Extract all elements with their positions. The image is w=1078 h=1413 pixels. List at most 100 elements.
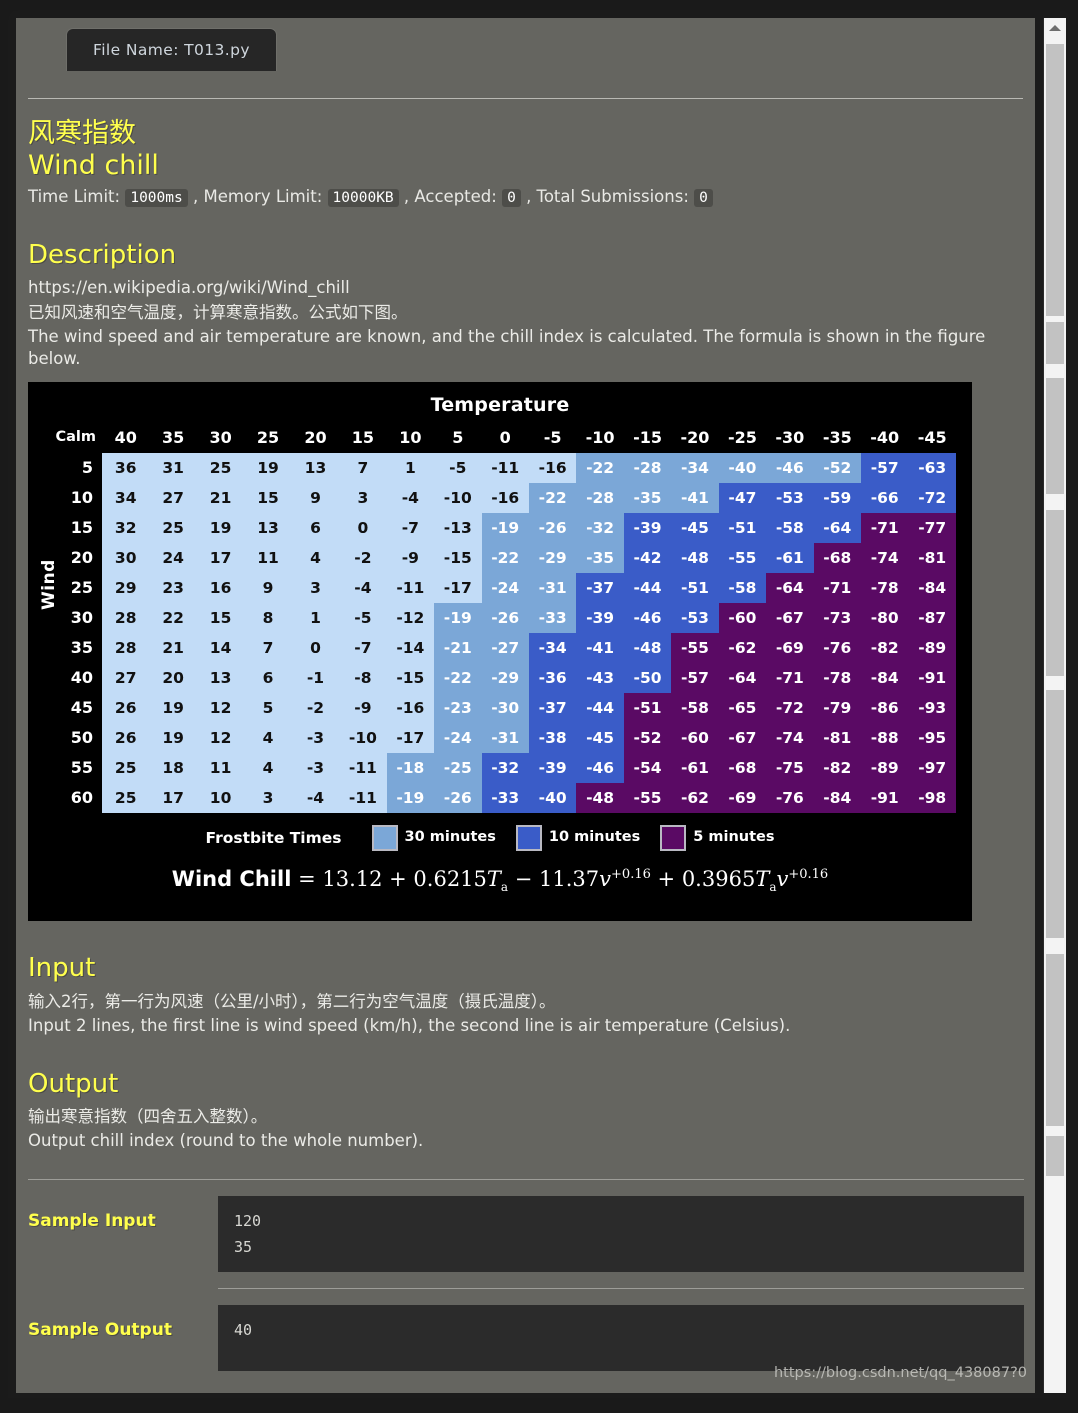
description-heading: Description <box>28 240 177 271</box>
wind-chill-cell: 12 <box>196 723 245 754</box>
wind-chill-cell: -22 <box>434 663 482 694</box>
wind-row-header: 45 <box>44 693 102 724</box>
wind-chill-cell: 23 <box>149 573 197 604</box>
wind-chill-cell: -16 <box>528 453 577 484</box>
wind-chill-cell: -73 <box>813 603 861 634</box>
wind-chill-cell: 0 <box>339 513 387 544</box>
wind-chill-cell: -84 <box>813 783 861 814</box>
wind-chill-cell: -54 <box>623 753 672 784</box>
wind-chill-cell: 26 <box>102 693 150 724</box>
wind-chill-cell: -37 <box>528 693 577 724</box>
time-limit-value: 1000ms <box>125 188 188 207</box>
wind-chill-cell: -2 <box>291 693 340 724</box>
scroll-thumb[interactable] <box>1046 954 1064 1126</box>
wind-chill-cell: -10 <box>339 723 387 754</box>
temperature-column-header: -20 <box>671 423 719 454</box>
scroll-thumb[interactable] <box>1046 378 1064 494</box>
wind-chill-cell: -82 <box>861 633 909 664</box>
scroll-up-arrow-icon[interactable] <box>1044 18 1066 38</box>
wind-chill-cell: -59 <box>813 483 861 514</box>
wind-chill-cell: -24 <box>434 723 482 754</box>
problem-limits: Time Limit: 1000ms , Memory Limit: 10000… <box>28 186 1024 209</box>
wind-chill-cell: -19 <box>481 513 529 544</box>
wind-chill-cell: -39 <box>623 513 672 544</box>
tab-file-name[interactable]: File Name: T013.py <box>66 28 277 71</box>
table-row: 35 28 21 14 7 0 -7 -14 -21 -27 -34 -41 -48 -55 -62 -69-… <box>44 633 956 664</box>
wind-chill-cell: -55 <box>718 543 767 574</box>
wind-chill-cell: -22 <box>528 483 577 514</box>
wind-chill-cell: 15 <box>244 483 292 514</box>
wind-chill-cell: -40 <box>528 783 577 814</box>
output-line-cn: 输出寒意指数（四舍五入整数）。 <box>28 1107 268 1127</box>
wind-chill-cell: -52 <box>813 453 861 484</box>
wind-chill-cell: -32 <box>481 753 529 784</box>
wind-chill-cell: -91 <box>908 663 956 694</box>
wind-chill-cell: -79 <box>813 693 861 724</box>
wind-chill-table: Calm 40 35 30 25 20 15 10 5 0 -5 -10 -15 -20 -25 -30 -35… <box>44 423 956 814</box>
wind-chill-cell: -5 <box>339 603 387 634</box>
wind-chill-cell: -71 <box>861 513 909 544</box>
scroll-thumb[interactable] <box>1046 44 1064 316</box>
samples-divider-top <box>28 1178 1024 1180</box>
memory-limit-label: , Memory Limit: <box>192 186 323 206</box>
temperature-column-header: -35 <box>813 423 861 454</box>
wind-chill-cell: -17 <box>434 573 482 604</box>
wind-chill-cell: 13 <box>291 453 340 484</box>
wind-row-header: 50 <box>44 723 102 754</box>
wind-chill-cell: -19 <box>386 783 435 814</box>
sample-input-value: 120 35 <box>218 1195 1024 1273</box>
scroll-thumb[interactable] <box>1046 322 1064 364</box>
wind-chill-cell: -64 <box>813 513 861 544</box>
table-row: 40 27 20 13 6 -1 -8 -15 -22 -29 -36 -43 -50 -57 -64 -71… <box>44 663 956 694</box>
wind-chill-cell: -48 <box>671 543 719 574</box>
wind-chill-cell: -4 <box>339 573 387 604</box>
scroll-thumb[interactable] <box>1046 1136 1064 1176</box>
temperature-column-header: 30 <box>196 423 245 454</box>
wind-chill-cell: 7 <box>244 633 292 664</box>
temperature-column-header: -40 <box>861 423 909 454</box>
wind-chill-cell: -81 <box>813 723 861 754</box>
wind-chill-cell: -28 <box>576 483 624 514</box>
legend-item: 10 minutes <box>515 825 640 852</box>
wind-row-header: 40 <box>44 663 102 694</box>
problem-content: 风寒指数 Wind chill Time Limit: 1000ms , Mem… <box>28 110 1024 1393</box>
description-url[interactable]: https://en.wikipedia.org/wiki/Wind_chill <box>28 277 1024 299</box>
wind-chill-chart: Temperature Wind Calm 40 35 30 25 20 15 10 5 0 -5-… <box>28 382 972 922</box>
wind-chill-cell: -41 <box>671 483 719 514</box>
table-corner-label: Calm <box>44 423 102 454</box>
wind-chill-cell: -22 <box>576 453 624 484</box>
wind-chill-cell: 16 <box>196 573 245 604</box>
legend-swatch-icon <box>371 825 398 852</box>
wind-chill-cell: 32 <box>102 513 150 544</box>
wind-chill-cell: -61 <box>671 753 719 784</box>
wind-chill-cell: -65 <box>718 693 767 724</box>
table-row: 50 26 19 12 4 -3 -10 -17 -24 -31 -38 -45 -52 -60 -67 -7… <box>44 723 956 754</box>
wind-chill-cell: 10 <box>196 783 245 814</box>
time-limit-label: Time Limit: <box>28 186 121 206</box>
wind-chill-cell: 26 <box>102 723 150 754</box>
wind-chill-cell: 12 <box>196 693 245 724</box>
wind-chill-cell: -69 <box>766 633 814 664</box>
table-body: 5 36 31 25 19 13 7 1 -5 -11 -16 -22 -28 -34 -40 -46 -52-… <box>44 453 956 814</box>
wind-chill-cell: -57 <box>671 663 719 694</box>
vertical-scrollbar[interactable] <box>1043 18 1066 1393</box>
output-heading: Output <box>28 1069 119 1100</box>
samples-divider-mid <box>218 1288 1024 1290</box>
wind-chill-cell: 25 <box>102 783 150 814</box>
table-head: Calm 40 35 30 25 20 15 10 5 0 -5 -10 -15 -20 -25 -30 -35… <box>44 423 956 454</box>
wind-chill-cell: -67 <box>718 723 767 754</box>
scroll-thumb[interactable] <box>1046 510 1064 676</box>
wind-chill-cell: -78 <box>813 663 861 694</box>
scroll-thumb[interactable] <box>1046 690 1064 938</box>
wind-chill-cell: -87 <box>908 603 956 634</box>
legend-swatch-icon <box>660 825 687 852</box>
wind-chill-cell: 21 <box>149 633 197 664</box>
wind-chill-cell: -51 <box>623 693 672 724</box>
wind-chill-cell: 29 <box>102 573 150 604</box>
wind-chill-cell: 15 <box>196 603 245 634</box>
temperature-column-header: -25 <box>718 423 767 454</box>
wind-chill-cell: -72 <box>908 483 956 514</box>
wind-chill-cell: -16 <box>481 483 529 514</box>
sample-output-label: Sample Output <box>28 1320 172 1341</box>
wind-chill-cell: -4 <box>386 483 435 514</box>
